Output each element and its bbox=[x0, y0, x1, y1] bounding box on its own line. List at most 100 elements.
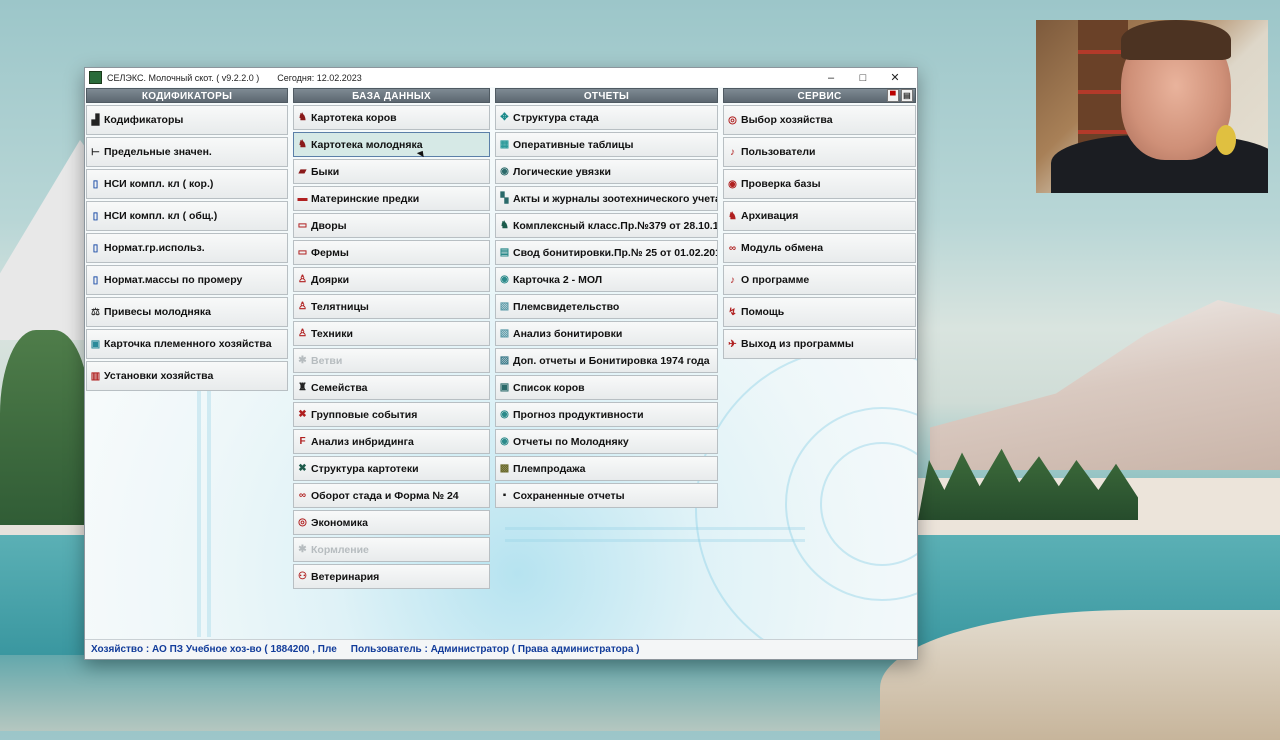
status-farm: Хозяйство : АО ПЗ Учебное хоз-во ( 18842… bbox=[91, 644, 337, 655]
print-icon[interactable]: ▀ bbox=[887, 89, 899, 102]
database-item-bull[interactable]: ▰ Быки bbox=[293, 159, 490, 184]
book-icon: ▯ bbox=[92, 210, 99, 222]
codifiers-item-card[interactable]: ▣ Карточка племенного хозяйства bbox=[86, 329, 288, 359]
app-window: СЕЛЭКС. Молочный скот. ( v9.2.2.0 ) Сего… bbox=[84, 67, 918, 660]
reports-item-save[interactable]: ▪ Сохраненные отчеты bbox=[495, 483, 718, 508]
database-item-label: Ветеринария bbox=[311, 570, 380, 583]
reports-item-journal[interactable]: ▚ Акты и журналы зоотехнического учета bbox=[495, 186, 718, 211]
reports-item-certificate[interactable]: ▧ Племсвидетельство bbox=[495, 294, 718, 319]
decor-stripe bbox=[197, 387, 201, 637]
service-item-select-farm[interactable]: ◎ Выбор хозяйства bbox=[723, 105, 916, 135]
herd-structure-icon: ✥ bbox=[500, 112, 509, 123]
window-title: СЕЛЭКС. Молочный скот. ( v9.2.2.0 ) bbox=[107, 72, 260, 83]
class-icon: ♞ bbox=[500, 220, 509, 231]
book-icon: ▯ bbox=[92, 178, 99, 190]
service-header-label: СЕРВИС bbox=[797, 91, 842, 102]
certificate-icon: ▧ bbox=[499, 301, 510, 312]
about-icon: ♪ bbox=[730, 274, 735, 286]
book-icon: ▯ bbox=[92, 242, 99, 254]
database-item-label: Телятницы bbox=[311, 300, 369, 313]
reports-item-sale[interactable]: ▩ Племпродажа bbox=[495, 456, 718, 481]
database-item-cow[interactable]: ♞ Картотека коров bbox=[293, 105, 490, 130]
codifiers-item-book[interactable]: ▯ Нормат.массы по промеру bbox=[86, 265, 288, 295]
database-item-ancestors[interactable]: ▬ Материнские предки bbox=[293, 186, 490, 211]
reports-item-cow-list[interactable]: ▣ Список коров bbox=[495, 375, 718, 400]
reports-item-label: Список коров bbox=[513, 381, 585, 394]
inbreeding-icon: F bbox=[299, 436, 306, 447]
database-item-family[interactable]: ♜ Семейства bbox=[293, 375, 490, 400]
database-item-turnover[interactable]: ∞ Оборот стада и Форма № 24 bbox=[293, 483, 490, 508]
codifiers-item-book[interactable]: ▯ Нормат.гр.использ. bbox=[86, 233, 288, 263]
title-bar[interactable]: СЕЛЭКС. Молочный скот. ( v9.2.2.0 ) Сего… bbox=[85, 68, 917, 87]
service-item-about[interactable]: ♪ О программе bbox=[723, 265, 916, 295]
database-item-label: Кормление bbox=[311, 543, 369, 556]
database-item-milkmaid[interactable]: ♙ Доярки bbox=[293, 267, 490, 292]
database-item-label: Доярки bbox=[311, 273, 350, 286]
database-item-economy[interactable]: ◎ Экономика bbox=[293, 510, 490, 535]
codifiers-column: КОДИФИКАТОРЫ ▟ Кодификаторы ⊢ Предельные зн… bbox=[86, 88, 288, 391]
database-item-events[interactable]: ✖ Групповые события bbox=[293, 402, 490, 427]
maximize-button[interactable]: □ bbox=[847, 72, 879, 84]
database-item-farm[interactable]: ▭ Фермы bbox=[293, 240, 490, 265]
decor-stripe bbox=[207, 387, 211, 637]
feeding-icon: ✱ bbox=[298, 544, 307, 555]
reports-item-logic[interactable]: ◉ Логические увязки bbox=[495, 159, 718, 184]
service-item-label: Модуль обмена bbox=[741, 242, 824, 254]
codifiers-item-label: Нормат.массы по промеру bbox=[104, 274, 243, 286]
sale-icon: ▩ bbox=[499, 463, 510, 474]
database-item-calf-keeper[interactable]: ♙ Телятницы bbox=[293, 294, 490, 319]
service-item-archive[interactable]: ♞ Архивация bbox=[723, 201, 916, 231]
service-item-users[interactable]: ♪ Пользователи bbox=[723, 137, 916, 167]
today-date: Сегодня: 12.02.2023 bbox=[277, 72, 362, 83]
reports-item-analysis[interactable]: ▧ Анализ бонитировки bbox=[495, 321, 718, 346]
service-item-exit[interactable]: ✈ Выход из программы bbox=[723, 329, 916, 359]
family-icon: ♜ bbox=[298, 382, 307, 393]
codifiers-item-limits[interactable]: ⊢ Предельные значен. bbox=[86, 137, 288, 167]
reports-item-youngstock-report[interactable]: ◉ Отчеты по Молодняку bbox=[495, 429, 718, 454]
database-item-technician[interactable]: ♙ Техники bbox=[293, 321, 490, 346]
logic-icon: ◉ bbox=[500, 166, 509, 177]
reports-item-table[interactable]: ▦ Оперативные таблицы bbox=[495, 132, 718, 157]
service-item-check-db[interactable]: ◉ Проверка базы bbox=[723, 169, 916, 199]
select-farm-icon: ◎ bbox=[728, 114, 737, 126]
service-item-label: О программе bbox=[741, 274, 810, 286]
calf-keeper-icon: ♙ bbox=[298, 301, 307, 312]
reports-item-summary[interactable]: ▤ Свод бонитировки.Пр.№ 25 от 01.02.2011 bbox=[495, 240, 718, 265]
codifiers-item-book[interactable]: ▯ НСИ компл. кл ( кор.) bbox=[86, 169, 288, 199]
events-icon: ✖ bbox=[298, 409, 307, 420]
codifier-icon: ▟ bbox=[91, 114, 100, 126]
reports-item-label: Структура стада bbox=[513, 111, 599, 124]
reports-item-label: Прогноз продуктивности bbox=[513, 408, 644, 421]
close-button[interactable]: ✕ bbox=[879, 71, 911, 84]
reports-item-forecast[interactable]: ◉ Прогноз продуктивности bbox=[495, 402, 718, 427]
codifiers-item-settings[interactable]: ▥ Установки хозяйства bbox=[86, 361, 288, 391]
milkmaid-icon: ♙ bbox=[298, 274, 307, 285]
database-item-structure[interactable]: ✖ Структура картотеки bbox=[293, 456, 490, 481]
service-item-exchange[interactable]: ∞ Модуль обмена bbox=[723, 233, 916, 263]
service-item-help[interactable]: ↯ Помощь bbox=[723, 297, 916, 327]
database-item-inbreeding[interactable]: F Анализ инбридинга bbox=[293, 429, 490, 454]
branch-icon: ✱ bbox=[298, 355, 307, 366]
help-icon: ↯ bbox=[728, 306, 737, 318]
reports-item-herd-structure[interactable]: ✥ Структура стада bbox=[495, 105, 718, 130]
ancestors-icon: ▬ bbox=[297, 193, 308, 204]
reports-item-class[interactable]: ♞ Комплексный класс.Пр.№379 от 28.10.10 bbox=[495, 213, 718, 238]
minimize-button[interactable]: – bbox=[815, 72, 847, 84]
codifiers-item-book[interactable]: ▯ НСИ компл. кл ( общ.) bbox=[86, 201, 288, 231]
person-hair bbox=[1121, 20, 1231, 60]
database-item-yard[interactable]: ▭ Дворы bbox=[293, 213, 490, 238]
database-item-vet[interactable]: ⚇ Ветеринария bbox=[293, 564, 490, 589]
technician-icon: ♙ bbox=[298, 328, 307, 339]
reports-item-label: Племсвидетельство bbox=[513, 300, 620, 313]
database-item-calf[interactable]: ♞ Картотека молодняка bbox=[293, 132, 490, 157]
codifiers-item-scales[interactable]: ⚖ Привесы молодняка bbox=[86, 297, 288, 327]
database-item-label: Групповые события bbox=[311, 408, 418, 421]
reports-item-card2[interactable]: ◉ Карточка 2 - МОЛ bbox=[495, 267, 718, 292]
reports-item-extra-reports[interactable]: ▨ Доп. отчеты и Бонитировка 1974 года bbox=[495, 348, 718, 373]
reports-item-label: Свод бонитировки.Пр.№ 25 от 01.02.2011 bbox=[513, 246, 718, 259]
database-item-label: Материнские предки bbox=[311, 192, 420, 205]
reports-item-label: Отчеты по Молодняку bbox=[513, 435, 629, 448]
codifiers-item-codifier[interactable]: ▟ Кодификаторы bbox=[86, 105, 288, 135]
reports-header: ОТЧЕТЫ bbox=[495, 88, 718, 103]
document-icon[interactable]: ▤ bbox=[901, 89, 913, 102]
